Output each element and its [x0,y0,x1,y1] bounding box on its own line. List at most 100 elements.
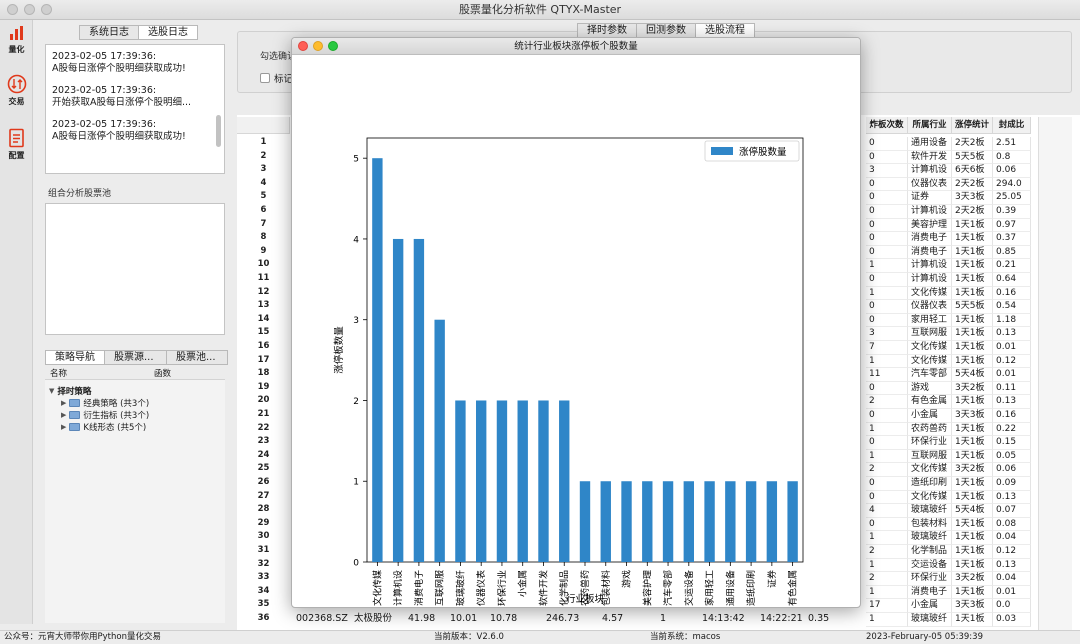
zoom-window-button[interactable] [41,4,52,15]
table-cell[interactable]: 化学制品 [908,545,952,559]
table-cell[interactable]: 0 [866,436,908,450]
table-cell[interactable]: 通用设备 [908,137,952,151]
table-cell[interactable]: 0.11 [993,381,1031,396]
table-cell[interactable]: 14:13:42 [702,611,745,626]
table-cell[interactable]: 1 [866,286,908,301]
table-cell[interactable]: 1天1板 [952,531,993,545]
table-cell[interactable]: 0.21 [993,259,1031,273]
table-cell[interactable]: 1 [866,531,908,545]
table-cell[interactable]: 1 [866,558,908,573]
table-cell[interactable]: 2 [866,545,908,559]
table-cell[interactable]: 1.18 [993,313,1031,328]
table-cell[interactable]: 0 [866,191,908,205]
table-cell[interactable]: 2 [866,463,908,477]
column-header[interactable]: 涨停统计 [952,117,993,134]
table-cell[interactable]: 0 [866,381,908,396]
table-cell[interactable]: 家用轻工 [908,313,952,328]
table-cell[interactable]: 1天1板 [952,545,993,559]
table-cell[interactable]: 软件开发 [908,150,952,165]
table-cell[interactable]: 0 [866,150,908,165]
table-cell[interactable]: 1 [866,585,908,600]
chart-popup-window[interactable]: 统计行业板块涨停板个股数量 0 1 2 3 4 5 文化传媒 计算机设 消费电子 互联网服 玻璃玻纤… [291,37,861,608]
log-textbox[interactable]: 2023-02-05 17:39:36: A股每日涨停个股明细获取成功! 202… [45,44,225,174]
table-cell[interactable]: 游戏 [908,381,952,396]
table-cell[interactable]: 1天1板 [952,477,993,491]
table-cell[interactable]: 4.57 [602,611,623,626]
minimize-window-button[interactable] [24,4,35,15]
table-cell[interactable]: 0.06 [993,164,1031,178]
table-cell[interactable]: 3天3板 [952,191,993,205]
table-cell[interactable]: 0.8 [993,150,1031,165]
table-cell[interactable]: 计算机设 [908,273,952,287]
table-cell[interactable]: 有色金属 [908,395,952,409]
column-header[interactable]: 炸板次数 [866,117,908,134]
collapsed-arrow-icon[interactable]: ▶ [61,399,66,407]
table-cell[interactable]: 1 [866,613,908,627]
column-header[interactable]: 所属行业 [908,117,952,134]
table-cell[interactable]: 0.35 [808,611,829,626]
tab-selection-flow[interactable]: 选股流程 [695,23,755,38]
table-cell[interactable]: 0 [866,137,908,151]
table-cell[interactable]: 17 [866,599,908,613]
table-cell[interactable]: 0.09 [993,477,1031,491]
table-cell[interactable]: 1天1板 [952,517,993,532]
table-cell[interactable]: 14:22:21 [760,611,803,626]
table-cell[interactable]: 0.13 [993,327,1031,341]
table-cell[interactable]: 太极股份 [354,611,392,626]
mark-checkbox-row[interactable]: 标记 [260,71,293,85]
popup-zoom-button[interactable] [328,41,338,51]
table-cell[interactable]: 0 [866,477,908,491]
table-cell[interactable]: 2 [866,572,908,586]
table-cell[interactable]: 1天1板 [952,558,993,573]
table-cell[interactable]: 3天3板 [952,599,993,613]
tab-timing-params[interactable]: 择时参数 [577,23,637,38]
table-cell[interactable]: 1 [866,449,908,464]
table-cell[interactable]: 10.01 [450,611,477,626]
table-cell[interactable]: 1 [866,354,908,369]
table-cell[interactable]: 0.37 [993,232,1031,246]
table-cell[interactable]: 文化传媒 [908,490,952,505]
tab-backtest-params[interactable]: 回测参数 [636,23,696,38]
table-cell[interactable]: 计算机设 [908,259,952,273]
table-cell[interactable]: 0.13 [993,490,1031,505]
table-cell[interactable]: 环保行业 [908,572,952,586]
table-cell[interactable]: 0.05 [993,449,1031,464]
table-cell[interactable]: 1天1板 [952,286,993,301]
table-cell[interactable]: 0.04 [993,531,1031,545]
table-cell[interactable]: 1天1板 [952,436,993,450]
table-cell[interactable]: 5天5板 [952,300,993,314]
table-cell[interactable]: 消费电子 [908,585,952,600]
table-cell[interactable]: 2天2板 [952,177,993,192]
table-cell[interactable]: 3天2板 [952,572,993,586]
table-cell[interactable]: 5天4板 [952,368,993,382]
table-cell[interactable]: 计算机设 [908,164,952,178]
table-cell[interactable]: 4 [866,504,908,518]
table-cell[interactable]: 消费电子 [908,245,952,260]
table-cell[interactable]: 交运设备 [908,558,952,573]
table-cell[interactable]: 文化传媒 [908,341,952,355]
table-cell[interactable]: 1天1板 [952,273,993,287]
table-cell[interactable]: 消费电子 [908,232,952,246]
tab-strategy-nav[interactable]: 策略导航 [45,350,105,365]
table-cell[interactable]: 246.73 [546,611,579,626]
table-cell[interactable]: 0.54 [993,300,1031,314]
table-cell[interactable]: 0 [866,409,908,423]
table-cell[interactable]: 3 [866,327,908,341]
tab-stock-pool[interactable]: 股票池... [166,350,228,365]
tree-item[interactable]: ▶ 经典策略 (共3个) [61,397,149,409]
table-cell[interactable]: 0 [866,245,908,260]
tab-selection-log[interactable]: 选股日志 [138,25,198,40]
table-cell[interactable]: 6天6板 [952,164,993,178]
table-cell[interactable]: 0 [866,273,908,287]
table-cell[interactable]: 002368.SZ [296,611,348,626]
table-cell[interactable]: 0 [866,177,908,192]
table-cell[interactable]: 0.06 [993,463,1031,477]
table-cell[interactable]: 仪器仪表 [908,300,952,314]
table-cell[interactable]: 1 [866,259,908,273]
table-cell[interactable]: 环保行业 [908,436,952,450]
table-cell[interactable]: 1天1板 [952,585,993,600]
table-cell[interactable]: 0.13 [993,395,1031,409]
table-cell[interactable]: 1天1板 [952,313,993,328]
table-cell[interactable]: 0.64 [993,273,1031,287]
table-cell[interactable]: 2 [866,395,908,409]
